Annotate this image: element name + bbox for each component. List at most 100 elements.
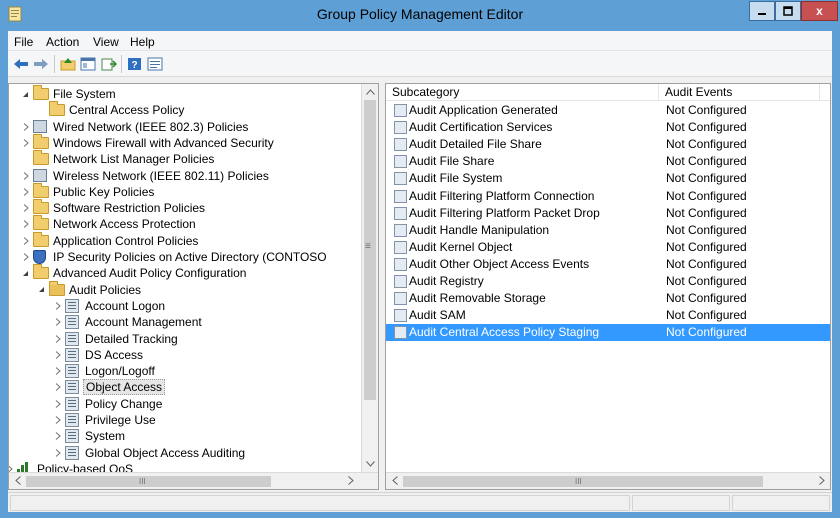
tree-item[interactable]: Object Access <box>9 379 361 396</box>
client-area: File Action View Help ? File System Cent… <box>8 31 832 512</box>
menu-action[interactable]: Action <box>46 35 79 49</box>
list-row[interactable]: Audit Other Object Access Events Not Conf… <box>386 256 830 273</box>
list-row[interactable]: Audit Certification Services Not Configur… <box>386 119 830 136</box>
forward-arrow-icon[interactable] <box>32 55 50 73</box>
menu-file[interactable]: File <box>14 35 33 49</box>
list-row[interactable]: Audit Handle Manipulation Not Configured <box>386 222 830 239</box>
expanded-arrow-icon[interactable] <box>21 86 30 102</box>
tree-item[interactable]: Application Control Policies <box>9 231 361 249</box>
list-row[interactable]: Audit Filtering Platform Packet Drop Not … <box>386 205 830 222</box>
list-header: Subcategory Audit Events <box>386 84 830 101</box>
tree-item[interactable]: Detailed Tracking <box>9 331 361 347</box>
column-header-audit-events[interactable]: Audit Events <box>659 84 819 101</box>
column-header-subcategory[interactable]: Subcategory <box>386 84 658 101</box>
menu-help[interactable]: Help <box>130 35 155 49</box>
up-folder-icon[interactable] <box>59 55 77 73</box>
tree-item[interactable]: File System <box>9 85 361 102</box>
collapsed-arrow-icon[interactable] <box>53 363 62 379</box>
title-bar[interactable]: Group Policy Management Editor x <box>0 0 840 28</box>
scroll-left-arrow-icon[interactable] <box>387 473 402 488</box>
menu-view[interactable]: View <box>93 35 119 49</box>
toolbar-separator <box>54 55 55 73</box>
tree-item[interactable]: Audit Policies <box>9 280 361 298</box>
list-row[interactable]: Audit Application Generated Not Configure… <box>386 102 830 119</box>
expanded-arrow-icon[interactable] <box>37 282 46 298</box>
collapsed-arrow-icon[interactable] <box>53 445 62 461</box>
list-row[interactable]: Audit SAM Not Configured <box>386 307 830 324</box>
collapsed-arrow-icon[interactable] <box>53 412 62 428</box>
tree-item[interactable]: Network List Manager Policies <box>9 150 361 167</box>
tree-item[interactable]: Public Key Policies <box>9 182 361 200</box>
back-arrow-icon[interactable] <box>12 55 30 73</box>
scroll-right-arrow-icon[interactable] <box>343 473 358 488</box>
list-row[interactable]: Audit Kernel Object Not Configured <box>386 239 830 256</box>
show-hide-tree-icon[interactable] <box>79 55 97 73</box>
collapsed-arrow-icon[interactable] <box>53 379 62 395</box>
scroll-down-arrow-icon[interactable] <box>363 456 378 471</box>
list-horizontal-scrollbar[interactable]: III <box>386 472 830 489</box>
tree-item[interactable]: Software Restriction Policies <box>9 199 361 216</box>
maximize-button[interactable] <box>775 1 801 21</box>
list-row[interactable]: Audit Registry Not Configured <box>386 273 830 290</box>
tree-item[interactable]: System <box>9 428 361 444</box>
scrollbar-thumb[interactable]: ≡ <box>364 100 376 400</box>
tree-item[interactable]: Account Logon <box>9 298 361 314</box>
expanded-arrow-icon[interactable] <box>21 265 30 281</box>
scrollbar-thumb[interactable]: III <box>26 476 271 487</box>
list-row[interactable]: Audit Filtering Platform Connection Not C… <box>386 188 830 205</box>
audit-events-value: Not Configured <box>666 154 747 169</box>
list-row[interactable]: Audit File Share Not Configured <box>386 153 830 170</box>
collapsed-arrow-icon[interactable] <box>21 184 30 200</box>
status-cell <box>732 495 830 511</box>
tree-horizontal-scrollbar[interactable]: III <box>9 472 378 489</box>
tree-item[interactable]: Advanced Audit Policy Configuration <box>9 264 361 281</box>
tree-item[interactable]: Policy Change <box>9 396 361 412</box>
list-row[interactable]: Audit Removable Storage Not Configured <box>386 290 830 307</box>
tree-vertical-scrollbar[interactable]: ≡ <box>361 84 378 472</box>
list-row[interactable]: Audit File System Not Configured <box>386 170 830 187</box>
minimize-button[interactable] <box>749 1 775 21</box>
collapsed-arrow-icon[interactable] <box>21 119 30 135</box>
close-button[interactable]: x <box>801 1 838 21</box>
tree-item-label: Public Key Policies <box>53 184 155 199</box>
collapsed-arrow-icon[interactable] <box>53 314 62 330</box>
collapsed-arrow-icon[interactable] <box>21 233 30 249</box>
folder-icon <box>33 215 49 231</box>
collapsed-arrow-icon[interactable] <box>21 249 30 265</box>
collapsed-arrow-icon[interactable] <box>53 298 62 314</box>
help-icon[interactable]: ? <box>126 55 144 73</box>
collapsed-arrow-icon[interactable] <box>21 135 30 151</box>
export-list-icon[interactable] <box>100 55 118 73</box>
console-tree[interactable]: File System Central Access Policy Wired Ne… <box>8 83 379 490</box>
collapsed-arrow-icon[interactable] <box>53 347 62 363</box>
scroll-right-arrow-icon[interactable] <box>814 473 829 488</box>
list-row[interactable]: Audit Central Access Policy Staging Not C… <box>386 324 830 342</box>
scrollbar-grip-icon: ≡ <box>365 241 371 252</box>
tree-item[interactable]: Wired Network (IEEE 802.3) Policies <box>9 119 361 135</box>
tree-item[interactable]: Account Management <box>9 314 361 330</box>
tree-item[interactable]: Network Access Protection <box>9 215 361 232</box>
tree-item[interactable]: Wireless Network (IEEE 802.11) Policies <box>9 168 361 184</box>
network-icon <box>33 119 49 134</box>
details-list[interactable]: Subcategory Audit Events Audit Applicati… <box>385 83 831 490</box>
collapsed-arrow-icon[interactable] <box>21 200 30 216</box>
tree-item[interactable]: Central Access Policy <box>9 101 361 118</box>
tree-item[interactable]: Global Object Access Auditing <box>9 445 361 461</box>
tree-item[interactable]: DS Access <box>9 347 361 363</box>
tree-item[interactable]: Privilege Use <box>9 412 361 428</box>
properties-icon[interactable] <box>146 55 164 73</box>
column-divider[interactable] <box>819 84 820 101</box>
scrollbar-grip-icon: III <box>139 477 146 486</box>
tree-item[interactable]: Logon/Logoff <box>9 363 361 379</box>
collapsed-arrow-icon[interactable] <box>53 331 62 347</box>
tree-item[interactable]: Windows Firewall with Advanced Security <box>9 133 361 151</box>
collapsed-arrow-icon[interactable] <box>21 168 30 184</box>
collapsed-arrow-icon[interactable] <box>53 396 62 412</box>
tree-item[interactable]: IP Security Policies on Active Directory… <box>9 249 361 265</box>
scrollbar-thumb[interactable]: III <box>403 476 763 487</box>
collapsed-arrow-icon[interactable] <box>53 428 62 444</box>
scroll-left-arrow-icon[interactable] <box>10 473 25 488</box>
scroll-up-arrow-icon[interactable] <box>363 84 378 99</box>
list-row[interactable]: Audit Detailed File Share Not Configured <box>386 136 830 153</box>
collapsed-arrow-icon[interactable] <box>21 216 30 232</box>
